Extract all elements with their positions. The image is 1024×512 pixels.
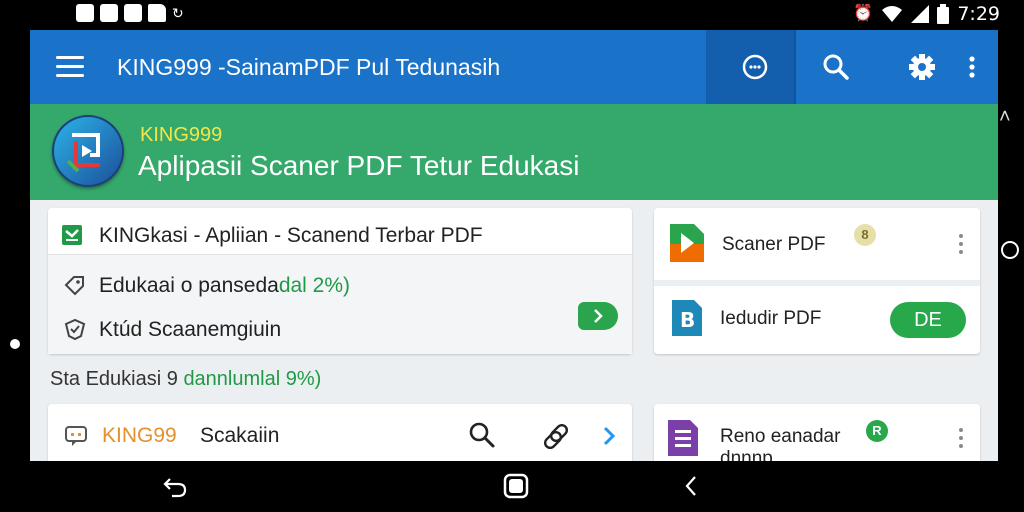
feature-item-2-percent: dal 2%) [278,274,351,297]
toolbar-divider [794,30,796,104]
status-bar: ↻ ⏰ 7:29 [0,0,1024,30]
scan-card[interactable]: KING99 Scakaiin [48,404,632,461]
screenshot-icon [100,4,118,22]
folder-icon [148,4,166,22]
scan-label: Scakaiin [200,424,280,447]
tools-divider [654,280,980,286]
features-card: KINGkasi - Apliian - Scanend Terbar PDF … [48,208,632,354]
list-doc-icon [668,420,698,456]
section-percent: dannlumlal 9%) [183,368,322,390]
tool-iedudir-label[interactable]: Iedudir PDF [720,308,821,330]
chat-icon [65,426,87,446]
scan-brand: KING99 [102,424,177,447]
tool-scaner-badge: 8 [854,224,876,246]
signal-icon [911,5,930,23]
alarm-icon: ⏰ [853,5,874,22]
recents-icon[interactable] [682,473,700,499]
svg-text:B: B [680,308,695,332]
shield-check-icon [64,318,86,341]
more-vert-icon[interactable] [956,51,988,83]
tool-scaner-label[interactable]: Scaner PDF [722,234,825,256]
toolbar: KING999 -SainamPDF Pul Tedunasih [30,30,998,104]
recent-badge: R [866,420,888,442]
link-icon[interactable] [542,421,572,451]
app-header: KING999 Aplipasii Scaner PDF Tetur Eduka… [30,104,998,200]
header-brand: KING999 [140,124,223,146]
wifi-icon [882,6,903,22]
logo-icon [54,117,122,185]
camera-dot [10,339,20,349]
app-logo [52,115,124,187]
status-left-icons: ↻ [76,4,184,22]
home-icon[interactable] [503,473,529,499]
feature-item-2-text: Edukaai o panseda [99,274,279,297]
feature-item-1[interactable]: KINGkasi - Apliian - Scanend Terbar PDF [99,224,483,248]
feature-item-2[interactable]: Edukaai o pansedadal 2%) [99,274,350,298]
history-icon[interactable] [739,51,771,83]
tool-iedudir-button[interactable]: DE [890,302,966,338]
navigation-bar [0,461,1024,512]
sim-icon [124,4,142,22]
arrow-right-icon[interactable] [578,302,618,330]
photo-icon [76,4,94,22]
chevron-right-icon[interactable] [600,425,618,447]
toolbar-title: KING999 -SainamPDF Pul Tedunasih [117,54,501,80]
battery-icon [937,4,950,24]
section-text: Edukiasi 9 [85,368,184,390]
search-icon[interactable] [820,51,852,83]
section-prefix: Sta [50,368,81,390]
pdf-b-icon: B [672,300,702,336]
status-time: 7:29 [957,3,1000,25]
tag-icon [64,276,84,296]
recent-more-icon[interactable] [958,428,964,452]
recent-label-2: dnnnp [720,448,773,461]
side-ring-icon [1001,241,1019,259]
header-subtitle: Aplipasii Scaner PDF Tetur Edukasi [138,150,580,181]
settings-icon[interactable] [906,51,938,83]
app-window: KING999 -SainamPDF Pul Tedunasih KING999… [30,30,998,461]
feature-item-3[interactable]: Ktúd Scaanemgiuin [99,318,281,342]
sync-icon: ↻ [172,5,184,21]
tool-scaner-more-icon[interactable] [958,234,964,258]
side-caret-icon: ˄ [999,106,1011,128]
search-icon[interactable] [468,421,496,449]
pdf-play-icon [670,224,704,262]
section-label: Sta Edukiasi 9 dannlumlal 9%) [50,368,321,391]
tools-card: Scaner PDF 8 B Iedudir PDF DE [654,208,980,354]
check-box-icon [62,225,82,245]
recent-label-1: Reno eanadar [720,426,841,447]
menu-icon[interactable] [56,56,84,78]
status-right-icons: ⏰ 7:29 [853,3,1000,25]
back-icon[interactable] [162,473,188,499]
recent-card[interactable]: Reno eanadar dnnnp R [654,404,980,461]
